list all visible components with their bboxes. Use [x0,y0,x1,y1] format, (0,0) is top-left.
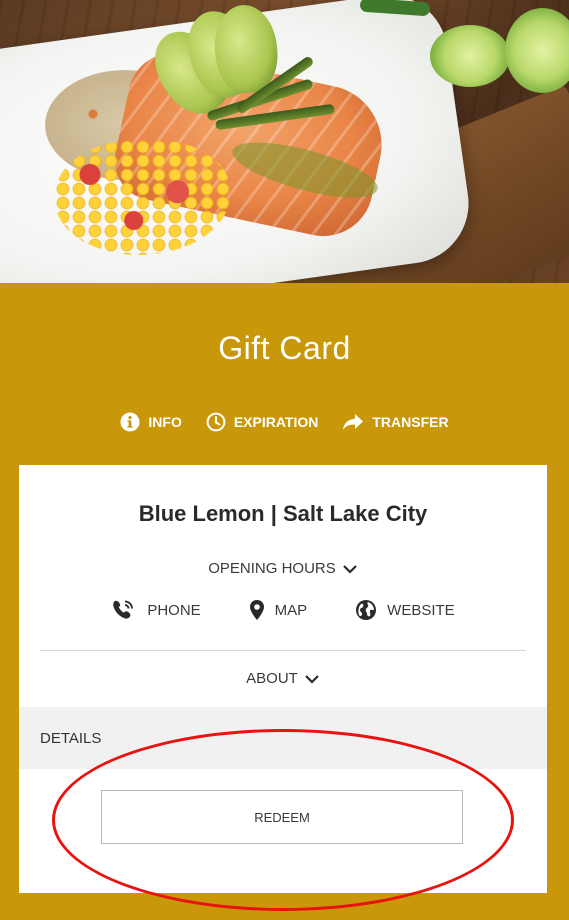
venue-card: Blue Lemon | Salt Lake City OPENING HOUR… [19,465,547,893]
venue-name: Blue Lemon | Salt Lake City [138,501,428,526]
chevron-down-icon [305,674,319,684]
lime-wedge [430,25,510,87]
opening-hours-label: OPENING HOURS [208,560,336,577]
clock-icon [206,412,226,432]
map-pin-icon [249,600,264,620]
map-label: MAP [274,601,308,619]
divider [40,650,526,651]
info-label: INFO [148,414,182,430]
info-button[interactable]: INFO [120,412,182,432]
hero-food-image [0,0,569,283]
details-label: DETAILS [40,729,102,747]
expiration-button[interactable]: EXPIRATION [206,412,319,432]
opening-hours-toggle[interactable]: OPENING HOURS [19,560,547,577]
lime-wedge [505,8,569,93]
contact-row: PHONE MAP WEBSITE [19,599,547,621]
map-button[interactable]: MAP [249,599,308,621]
phone-icon [113,600,134,619]
website-label: WEBSITE [387,601,455,619]
page-title: Gift Card [218,330,351,366]
details-section-header[interactable]: DETAILS [19,707,547,769]
transfer-label: TRANSFER [372,414,449,430]
action-bar: INFO EXPIRATION TRANSFER [0,412,569,432]
share-arrow-icon [343,414,364,430]
phone-button[interactable]: PHONE [111,599,201,621]
website-button[interactable]: WEBSITE [355,599,455,621]
phone-label: PHONE [147,601,201,619]
redeem-button[interactable]: REDEEM [101,790,463,844]
about-toggle[interactable]: ABOUT [19,670,547,687]
globe-icon [356,600,377,620]
expiration-label: EXPIRATION [233,414,319,430]
chevron-down-icon [342,564,357,574]
about-label: ABOUT [246,670,298,687]
transfer-button[interactable]: TRANSFER [342,412,449,432]
info-circle-icon [120,412,140,432]
